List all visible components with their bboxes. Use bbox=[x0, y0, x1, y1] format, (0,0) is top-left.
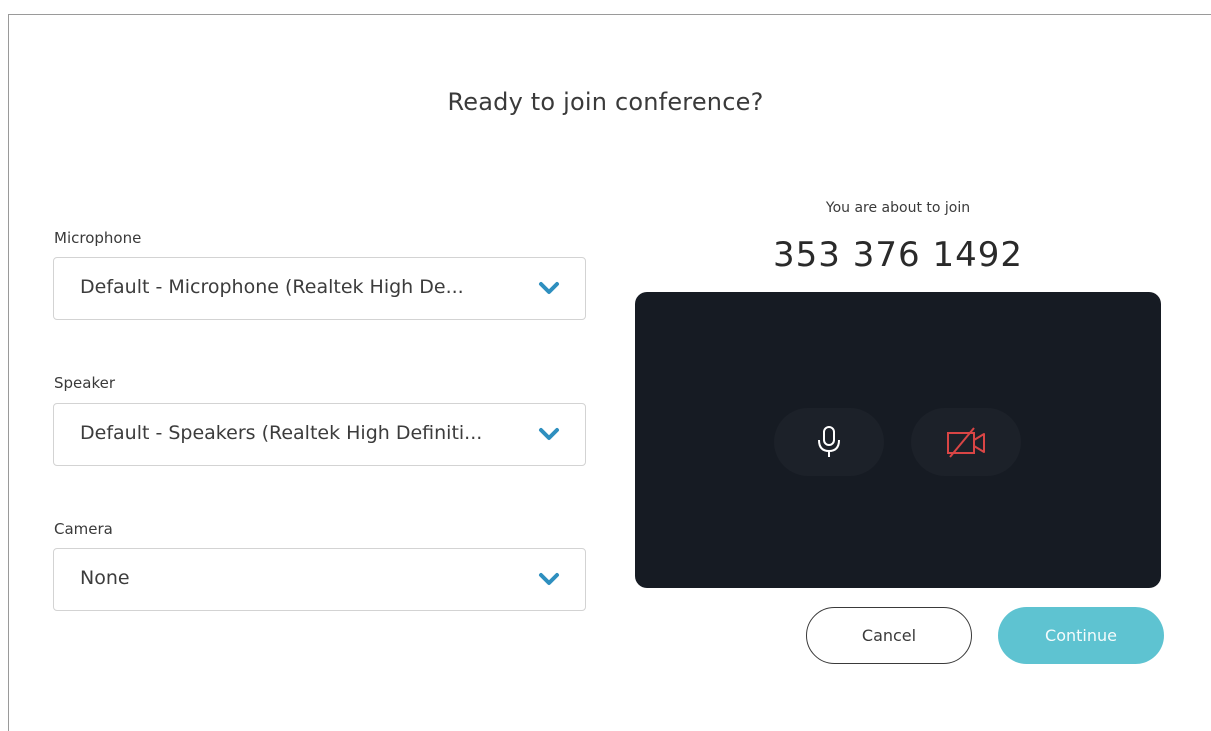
cancel-button[interactable]: Cancel bbox=[806, 607, 972, 664]
chevron-down-icon bbox=[539, 282, 559, 294]
continue-button[interactable]: Continue bbox=[998, 607, 1164, 664]
camera-select[interactable]: None bbox=[53, 548, 586, 611]
speaker-select-value: Default - Speakers (Realtek High Definit… bbox=[80, 422, 483, 444]
microphone-toggle-button[interactable] bbox=[774, 408, 884, 476]
camera-toggle-button[interactable] bbox=[911, 408, 1021, 476]
microphone-icon bbox=[818, 426, 840, 457]
speaker-label: Speaker bbox=[54, 374, 116, 392]
camera-label: Camera bbox=[54, 520, 113, 538]
microphone-label: Microphone bbox=[54, 229, 142, 247]
dialog-title: Ready to join conference? bbox=[447, 88, 764, 116]
speaker-select[interactable]: Default - Speakers (Realtek High Definit… bbox=[53, 403, 586, 466]
microphone-select-value: Default - Microphone (Realtek High De... bbox=[80, 276, 464, 298]
conference-number: 353 376 1492 bbox=[773, 235, 1023, 275]
video-preview bbox=[635, 292, 1161, 588]
join-caption: You are about to join bbox=[825, 200, 971, 216]
chevron-down-icon bbox=[539, 428, 559, 440]
microphone-select[interactable]: Default - Microphone (Realtek High De... bbox=[53, 257, 586, 320]
chevron-down-icon bbox=[539, 573, 559, 585]
camera-select-value: None bbox=[80, 567, 130, 589]
camera-off-icon bbox=[947, 427, 985, 458]
